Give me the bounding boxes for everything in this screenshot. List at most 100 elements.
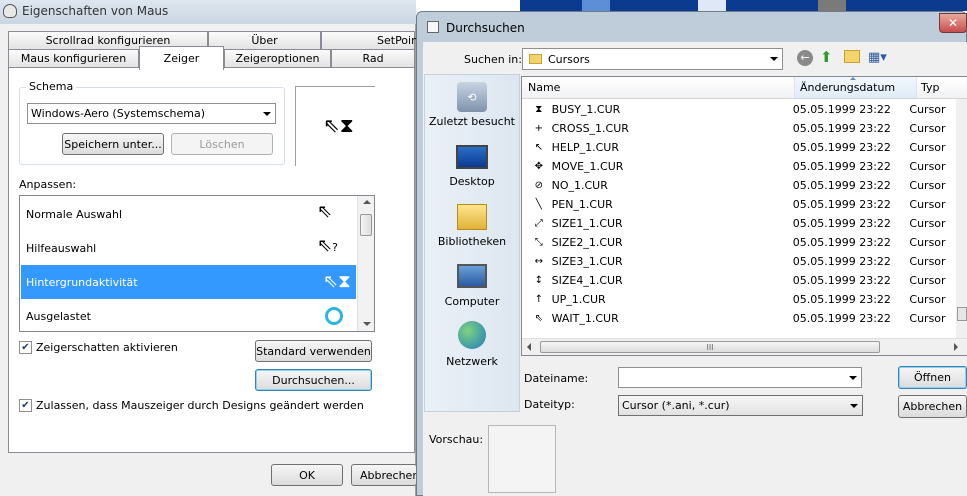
column-header-date[interactable]: Änderungsdatum [795, 77, 917, 98]
file-row[interactable]: ⤢ SIZE1_1.CUR 05.05.1999 23:22 Cursor [528, 214, 958, 233]
file-row[interactable]: ↔ SIZE3_1.CUR 05.05.1999 23:22 Cursor [528, 252, 958, 271]
file-row[interactable]: ╲ PEN_1.CUR 05.05.1999 23:22 Cursor [528, 195, 958, 214]
mouse-window-titlebar[interactable]: Eigenschaften von Maus [0, 0, 416, 24]
tab-ueber[interactable]: Über [208, 31, 321, 49]
list-item[interactable]: Normale Auswahl ⇖ [21, 197, 356, 231]
place-computer[interactable]: Computer [424, 264, 520, 308]
scroll-down-arrow-icon[interactable] [363, 322, 371, 326]
delete-button[interactable]: Löschen [171, 133, 273, 155]
new-folder-icon[interactable] [844, 50, 860, 63]
file-row[interactable]: + CROSS_1.CUR 05.05.1999 23:22 Cursor [528, 119, 958, 138]
shadow-label: Zeigerschatten aktivieren [36, 341, 178, 354]
hscroll-thumb[interactable]: III [540, 341, 880, 353]
file-row[interactable]: ↑ UP_1.CUR 05.05.1999 23:22 Cursor [528, 290, 958, 309]
file-row[interactable]: ✥ MOVE_1.CUR 05.05.1999 23:22 Cursor [528, 157, 958, 176]
cursor-file-icon: ↑ [534, 294, 543, 305]
list-item-selected[interactable]: Hintergrundaktivität ⇖⧗ [21, 265, 356, 299]
scroll-thumb[interactable] [360, 214, 372, 236]
file-name: SIZE1_1.CUR [551, 217, 623, 230]
file-type: Cursor [909, 236, 946, 249]
filename-input[interactable] [618, 367, 862, 388]
file-list-header: Name Änderungsdatum Typ [522, 77, 967, 99]
tab-rad[interactable]: Rad [331, 49, 415, 67]
cursor-file-icon: ⊘ [534, 180, 543, 191]
list-item[interactable]: Ausgelastet [21, 299, 356, 331]
column-header-name[interactable]: Name [522, 77, 795, 98]
chevron-down-icon [263, 111, 271, 116]
recent-places-icon: ⟲ [457, 82, 487, 112]
file-row[interactable]: ⧗ BUSY_1.CUR 05.05.1999 23:22 Cursor [528, 100, 958, 119]
mouse-window-title: Eigenschaften von Maus [22, 4, 169, 18]
list-scrollbar[interactable] [357, 196, 374, 331]
scroll-up-arrow-icon[interactable] [363, 200, 371, 204]
file-row[interactable]: ⊘ NO_1.CUR 05.05.1999 23:22 Cursor [528, 176, 958, 195]
cursor-file-icon: ↔ [534, 256, 543, 267]
file-row[interactable]: ↕ SIZE4_1.CUR 05.05.1999 23:22 Cursor [528, 271, 958, 290]
working-cursor-icon: ⇖⧗ [323, 113, 354, 137]
cursor-preview-box: ⇖⧗ [295, 86, 375, 166]
tab-zeigeroptionen[interactable]: Zeigeroptionen [224, 49, 331, 67]
working-cursor-icon: ⇖⧗ [323, 271, 351, 292]
use-default-button[interactable]: Standard verwenden [255, 340, 372, 362]
cancel-button[interactable]: Abbrechen [351, 464, 419, 486]
file-row[interactable]: ⇖ WAIT_1.CUR 05.05.1999 23:22 Cursor [528, 309, 958, 328]
file-name: SIZE2_1.CUR [551, 236, 623, 249]
vscroll-thumb[interactable] [957, 307, 967, 321]
file-row[interactable]: ↖ HELP_1.CUR 05.05.1999 23:22 Cursor [528, 138, 958, 157]
look-in-select[interactable]: Cursors [522, 48, 783, 70]
browse-titlebar[interactable]: Durchsuchen ✕ [417, 12, 967, 42]
desktop-icon-1 [582, 0, 610, 11]
themes-checkbox[interactable]: ✔ [19, 399, 32, 412]
file-date: 05.05.1999 23:22 [792, 293, 891, 306]
cursor-file-icon: ⇖ [534, 313, 543, 324]
schema-select[interactable]: Windows-Aero (Systemschema) [27, 103, 276, 124]
tab-setpoint[interactable]: SetPoint [321, 31, 422, 49]
close-button[interactable]: ✕ [939, 13, 967, 33]
save-as-button[interactable]: Speichern unter... [62, 133, 164, 155]
list-item[interactable]: Hilfeauswahl ⇖? [21, 231, 356, 265]
busy-ring-icon [325, 307, 343, 325]
column-header-type[interactable]: Typ [917, 77, 967, 98]
place-desktop[interactable]: Desktop [424, 145, 520, 188]
filename-label: Dateiname: [524, 372, 589, 385]
filetype-select[interactable]: Cursor (*.ani, *.cur) [618, 395, 863, 416]
place-libraries[interactable]: Bibliotheken [424, 204, 520, 248]
shadow-checkbox[interactable]: ✔ [19, 341, 32, 354]
place-recent[interactable]: ⟲ Zuletzt besucht [424, 82, 520, 128]
filetype-label: Dateityp: [524, 398, 575, 411]
desktop-icon [456, 145, 488, 169]
file-list-hscrollbar[interactable]: III [522, 338, 967, 355]
view-menu-icon[interactable]: ▦▾ [868, 50, 887, 65]
chevron-down-icon [850, 403, 858, 408]
tab-maus-konfigurieren[interactable]: Maus konfigurieren [8, 49, 139, 67]
scroll-left-arrow-icon[interactable] [527, 343, 531, 351]
scroll-right-arrow-icon[interactable] [954, 343, 958, 351]
place-network[interactable]: Netzwerk [424, 321, 520, 368]
browse-button[interactable]: Durchsuchen... [255, 369, 372, 391]
file-type: Cursor [909, 217, 946, 230]
file-date: 05.05.1999 23:22 [792, 122, 891, 135]
back-icon[interactable]: ← [797, 50, 813, 66]
file-row[interactable]: ⤡ SIZE2_1.CUR 05.05.1999 23:22 Cursor [528, 233, 958, 252]
file-date: 05.05.1999 23:22 [792, 236, 891, 249]
look-in-label: Suchen in: [464, 53, 522, 66]
help-cursor-icon: ⇖? [317, 235, 338, 256]
file-name: UP_1.CUR [551, 293, 606, 306]
browse-cancel-button[interactable]: Abbrechen [898, 395, 967, 418]
file-name: BUSY_1.CUR [551, 103, 621, 116]
cursor-list[interactable]: Normale Auswahl ⇖ Hilfeauswahl ⇖? Hinter… [19, 195, 375, 332]
file-type: Cursor [909, 122, 946, 135]
open-button[interactable]: Öffnen [898, 366, 967, 389]
file-date: 05.05.1999 23:22 [792, 255, 891, 268]
up-folder-icon[interactable]: ⬆ [820, 48, 833, 66]
libraries-icon [457, 204, 487, 230]
file-list-vscrollbar[interactable] [956, 99, 967, 338]
file-type: Cursor [909, 179, 946, 192]
file-name: PEN_1.CUR [551, 198, 613, 211]
themes-label: Zulassen, dass Mauszeiger durch Designs … [36, 399, 364, 412]
ok-button[interactable]: OK [271, 464, 343, 486]
tab-zeiger[interactable]: Zeiger [139, 46, 224, 70]
cursor-file-icon: ⤡ [534, 237, 543, 248]
file-name: WAIT_1.CUR [551, 312, 619, 325]
file-type: Cursor [909, 103, 946, 116]
